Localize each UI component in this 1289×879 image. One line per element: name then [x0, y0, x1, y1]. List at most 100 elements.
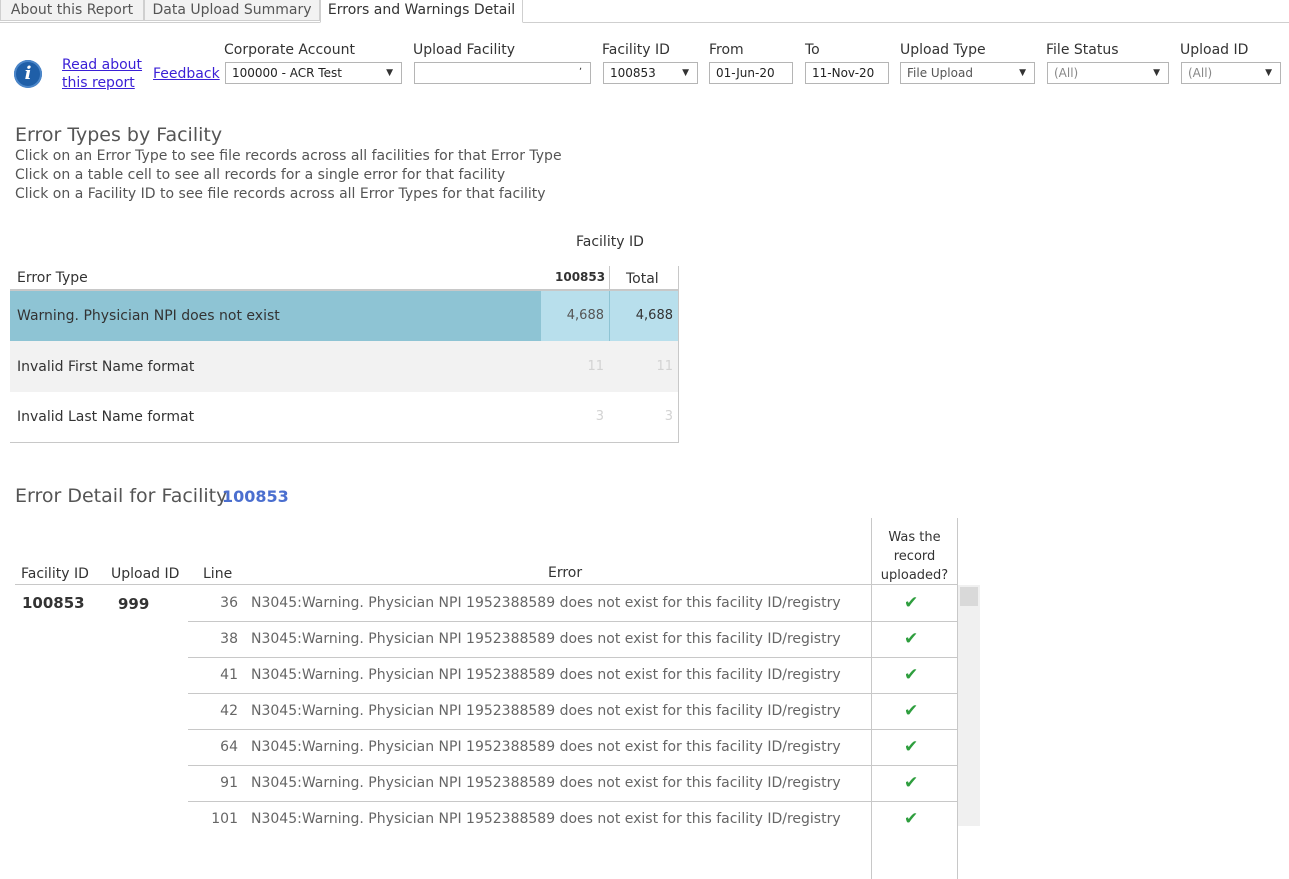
from-label: From: [709, 42, 744, 58]
detail-upload-id: 999: [118, 595, 150, 613]
read-about-link[interactable]: Read about this report: [62, 56, 142, 92]
detail-facility-id: 100853: [22, 594, 85, 612]
chevron-down-icon: ▼: [386, 68, 393, 78]
facility-count-cell[interactable]: 4,688: [541, 291, 609, 341]
upload-type-dropdown[interactable]: File Upload ▼: [900, 62, 1035, 84]
tab-errors-warnings-detail[interactable]: Errors and Warnings Detail: [320, 0, 523, 23]
chevron-down-icon: ▼: [1265, 68, 1272, 78]
info-icon[interactable]: i: [14, 60, 42, 88]
instruction-line: Click on a Facility ID to see file recor…: [15, 186, 546, 202]
row-divider: [188, 621, 958, 622]
row-divider: [188, 693, 958, 694]
check-icon: ✔: [904, 701, 919, 721]
line-number: 36: [220, 595, 238, 611]
chevron-down-icon: ▼: [682, 68, 689, 78]
check-icon: ✔: [904, 773, 919, 793]
upload-facility-label: Upload Facility: [413, 42, 515, 58]
row-divider: [188, 729, 958, 730]
error-detail-title: Error Detail for Facility: [15, 485, 228, 507]
line-number: 91: [220, 775, 238, 791]
upload-id-label: Upload ID: [1180, 42, 1249, 58]
row-divider: [188, 657, 958, 658]
check-icon: ✔: [904, 809, 919, 826]
facility-count: 4,688: [566, 308, 604, 323]
check-icon: ✔: [904, 629, 919, 649]
error-text: N3045:Warning. Physician NPI 1952388589 …: [251, 703, 841, 719]
error-text: N3045:Warning. Physician NPI 1952388589 …: [251, 811, 841, 826]
to-date-input[interactable]: 11-Nov-20: [805, 62, 889, 84]
upload-type-label: Upload Type: [900, 42, 986, 58]
total-count-cell[interactable]: 4,688: [610, 291, 678, 341]
uploaded-header-line: Was the: [888, 530, 941, 545]
corporate-account-label: Corporate Account: [224, 42, 355, 58]
line-number: 41: [220, 667, 238, 683]
facility-column-header[interactable]: 100853: [555, 270, 605, 284]
facility-count[interactable]: 3: [596, 409, 604, 424]
tab-data-upload-summary[interactable]: Data Upload Summary: [144, 0, 320, 21]
from-date-input[interactable]: 01-Jun-20: [709, 62, 793, 84]
facility-id-header: Facility ID: [21, 566, 89, 582]
corporate-account-dropdown[interactable]: 100000 - ACR Test ▼: [225, 62, 402, 84]
error-text: N3045:Warning. Physician NPI 1952388589 …: [251, 775, 841, 791]
error-text: N3045:Warning. Physician NPI 1952388589 …: [251, 631, 841, 647]
feedback-link[interactable]: Feedback: [153, 65, 220, 83]
error-type-label[interactable]: Warning. Physician NPI does not exist: [17, 308, 280, 324]
header-divider: [15, 584, 958, 585]
error-type-header: Error Type: [17, 270, 88, 286]
error-type-label[interactable]: Invalid First Name format: [17, 359, 194, 375]
error-type-label[interactable]: Invalid Last Name format: [17, 409, 194, 425]
upload-id-value: (All): [1188, 66, 1213, 80]
uploaded-header-line: uploaded?: [880, 568, 949, 583]
total-column-header: Total: [626, 271, 659, 287]
error-type-row[interactable]: Invalid First Name format 11 11: [10, 341, 678, 392]
error-text: N3045:Warning. Physician NPI 1952388589 …: [251, 595, 841, 611]
corporate-account-value: 100000 - ACR Test: [232, 66, 342, 80]
facility-id-label: Facility ID: [602, 42, 670, 58]
to-label: To: [805, 42, 820, 58]
tab-about-report[interactable]: About this Report: [0, 0, 144, 21]
chevron-down-icon: ▼: [1153, 68, 1160, 78]
check-icon: ✔: [904, 593, 919, 613]
line-number: 64: [220, 739, 238, 755]
upload-id-dropdown[interactable]: (All) ▼: [1181, 62, 1281, 84]
total-count[interactable]: 3: [665, 409, 673, 424]
read-about-link-line1[interactable]: Read about: [62, 57, 142, 73]
file-status-dropdown[interactable]: (All) ▼: [1047, 62, 1169, 84]
read-about-link-line2[interactable]: this report: [62, 75, 135, 91]
line-number: 42: [220, 703, 238, 719]
upload-facility-dropdown[interactable]: ʼ: [414, 62, 591, 84]
total-count[interactable]: 11: [656, 359, 673, 374]
instruction-line: Click on an Error Type to see file recor…: [15, 148, 562, 164]
row-divider: [188, 765, 958, 766]
scrollbar-thumb[interactable]: [960, 587, 978, 606]
partial-row-clip: 101 N3045:Warning. Physician NPI 1952388…: [188, 802, 958, 826]
chevron-down-icon: ʼ: [578, 67, 582, 78]
error-detail-facility: 100853: [222, 487, 289, 506]
file-status-label: File Status: [1046, 42, 1119, 58]
total-count: 4,688: [635, 308, 673, 323]
error-types-title: Error Types by Facility: [15, 124, 223, 146]
facility-id-column-group: Facility ID: [576, 234, 644, 250]
line-number: 38: [220, 631, 238, 647]
scrollbar-track[interactable]: [958, 585, 980, 826]
file-status-value: (All): [1054, 66, 1079, 80]
instruction-line: Click on a table cell to see all records…: [15, 167, 506, 183]
chevron-down-icon: ▼: [1019, 68, 1026, 78]
uploaded-header-line: record: [893, 549, 936, 564]
table-bottom-border: [10, 442, 679, 443]
error-type-row[interactable]: Invalid Last Name format 3 3: [10, 392, 678, 442]
error-header: Error: [548, 565, 583, 581]
upload-type-value: File Upload: [907, 66, 973, 80]
line-number: 101: [211, 811, 238, 826]
column-divider: [678, 266, 679, 442]
tab-bar: About this Report Data Upload Summary Er…: [0, 0, 1289, 23]
check-icon: ✔: [904, 665, 919, 685]
facility-count[interactable]: 11: [587, 359, 604, 374]
error-text: N3045:Warning. Physician NPI 1952388589 …: [251, 739, 841, 755]
facility-id-value: 100853: [610, 66, 656, 80]
error-text: N3045:Warning. Physician NPI 1952388589 …: [251, 667, 841, 683]
uploaded-header: Was the record uploaded?: [872, 528, 957, 585]
line-header: Line: [203, 566, 233, 582]
check-icon: ✔: [904, 737, 919, 757]
facility-id-dropdown[interactable]: 100853 ▼: [603, 62, 698, 84]
